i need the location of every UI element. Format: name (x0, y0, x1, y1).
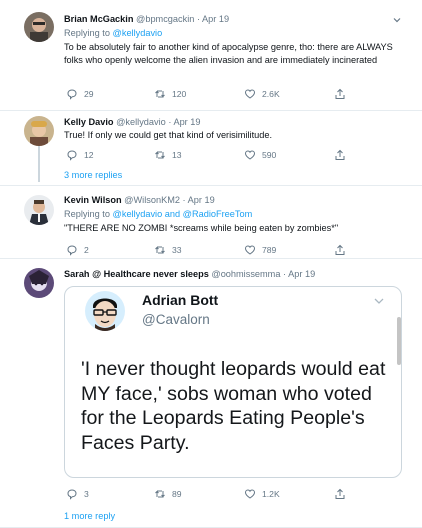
tweet-header: Brian McGackin @bpmcgackin · Apr 19 (64, 14, 230, 24)
tweet-actions: 2 33 789 (64, 243, 364, 257)
chevron-down-icon[interactable] (392, 15, 402, 25)
more-replies-link[interactable]: 1 more reply (64, 511, 115, 521)
tweet-kevin[interactable]: Kevin Wilson @WilsonKM2 · Apr 19 Replyin… (0, 186, 422, 260)
reply-count: 29 (84, 89, 94, 99)
retweet-icon (155, 490, 165, 498)
author-handle[interactable]: @oohmissemma (211, 269, 280, 279)
more-replies-link[interactable]: 3 more replies (64, 170, 122, 180)
embedded-tweet[interactable]: Adrian Bott @Cavalorn 'I never thought l… (64, 286, 402, 478)
replying-to-link[interactable]: @kellydavio (113, 28, 163, 38)
tweet-date[interactable]: Apr 19 (173, 117, 200, 127)
embed-avatar[interactable] (81, 290, 129, 332)
replying-to-link[interactable]: @kellydavio (113, 209, 163, 219)
like-button[interactable]: 590 (244, 148, 276, 162)
like-count: 2.6K (262, 89, 280, 99)
retweet-icon (155, 90, 165, 98)
reply-button[interactable]: 2 (66, 243, 89, 257)
avatar[interactable] (24, 268, 54, 298)
like-button[interactable]: 789 (244, 243, 276, 257)
tweet-kelly[interactable]: Kelly Davio @kellydavio · Apr 19 True! I… (0, 111, 422, 187)
share-button[interactable] (334, 87, 346, 101)
share-button[interactable] (334, 243, 346, 257)
reply-icon (67, 245, 77, 256)
like-icon (244, 150, 256, 160)
like-count: 789 (262, 245, 277, 255)
author-name[interactable]: Kelly Davio (64, 117, 114, 127)
embed-author-handle[interactable]: @Cavalorn (142, 312, 210, 327)
avatar[interactable] (24, 12, 54, 42)
replying-to: Replying to @kellydavio and @RadioFreeTo… (64, 209, 253, 219)
avatar[interactable] (24, 195, 54, 225)
tweet-text: True! If only we could get that kind of … (64, 130, 273, 140)
like-icon (244, 89, 256, 99)
share-icon (335, 488, 345, 499)
replying-to: Replying to @kellydavio (64, 28, 163, 38)
reply-count: 2 (84, 245, 89, 255)
retweet-button[interactable]: 13 (154, 148, 182, 162)
reply-icon (67, 489, 77, 500)
like-count: 1.2K (262, 489, 280, 499)
retweet-button[interactable]: 33 (154, 243, 182, 257)
tweet-date[interactable]: Apr 19 (188, 195, 215, 205)
retweet-count: 13 (172, 150, 182, 160)
author-handle[interactable]: @bpmcgackin (136, 14, 194, 24)
retweet-button[interactable]: 120 (154, 87, 186, 101)
chevron-down-icon[interactable] (373, 295, 385, 307)
like-count: 590 (262, 150, 277, 160)
retweet-count: 33 (172, 245, 182, 255)
author-handle[interactable]: @kellydavio (116, 117, 166, 127)
tweet-actions: 12 13 590 (64, 148, 364, 162)
retweet-icon (155, 246, 165, 254)
author-name[interactable]: Sarah @ Healthcare never sleeps (64, 269, 209, 279)
reply-icon (67, 89, 77, 100)
reply-button[interactable]: 3 (66, 487, 89, 501)
tweet-actions: 3 89 1.2K (64, 487, 364, 501)
reply-count: 3 (84, 489, 89, 499)
replying-to-link-2[interactable]: @RadioFreeTom (183, 209, 253, 219)
tweet-date[interactable]: Apr 19 (288, 269, 315, 279)
tweet-header: Sarah @ Healthcare never sleeps @oohmiss… (64, 269, 316, 279)
reply-count: 12 (84, 150, 94, 160)
share-button[interactable] (334, 148, 346, 162)
author-name[interactable]: Kevin Wilson (64, 195, 122, 205)
like-icon (244, 245, 256, 255)
embed-author-name[interactable]: Adrian Bott (142, 292, 218, 308)
tweet-brian[interactable]: Brian McGackin @bpmcgackin · Apr 19 Repl… (0, 0, 422, 110)
author-handle[interactable]: @WilsonKM2 (124, 195, 180, 205)
tweet-text: "THERE ARE NO ZOMBI *screams while being… (64, 223, 339, 233)
retweet-count: 89 (172, 489, 182, 499)
like-icon (244, 489, 256, 499)
like-button[interactable]: 1.2K (244, 487, 280, 501)
share-button[interactable] (334, 487, 346, 501)
reply-icon (67, 150, 77, 161)
tweet-date[interactable]: Apr 19 (202, 14, 229, 24)
reply-button[interactable]: 29 (66, 87, 94, 101)
tweet-text: To be absolutely fair to another kind of… (64, 42, 393, 65)
tweet-actions: 29 120 2.6K (64, 87, 364, 101)
author-name[interactable]: Brian McGackin (64, 14, 133, 24)
share-icon (335, 244, 345, 255)
tweet-header: Kelly Davio @kellydavio · Apr 19 (64, 117, 201, 127)
embed-tweet-text: 'I never thought leopards would eat MY f… (81, 358, 386, 454)
like-button[interactable]: 2.6K (244, 87, 280, 101)
retweet-button[interactable]: 89 (154, 487, 182, 501)
avatar[interactable] (24, 116, 54, 146)
tweet-header: Kevin Wilson @WilsonKM2 · Apr 19 (64, 195, 215, 205)
retweet-count: 120 (172, 89, 187, 99)
share-icon (335, 149, 345, 160)
share-icon (335, 88, 345, 99)
reply-button[interactable]: 12 (66, 148, 94, 162)
retweet-icon (155, 151, 165, 159)
